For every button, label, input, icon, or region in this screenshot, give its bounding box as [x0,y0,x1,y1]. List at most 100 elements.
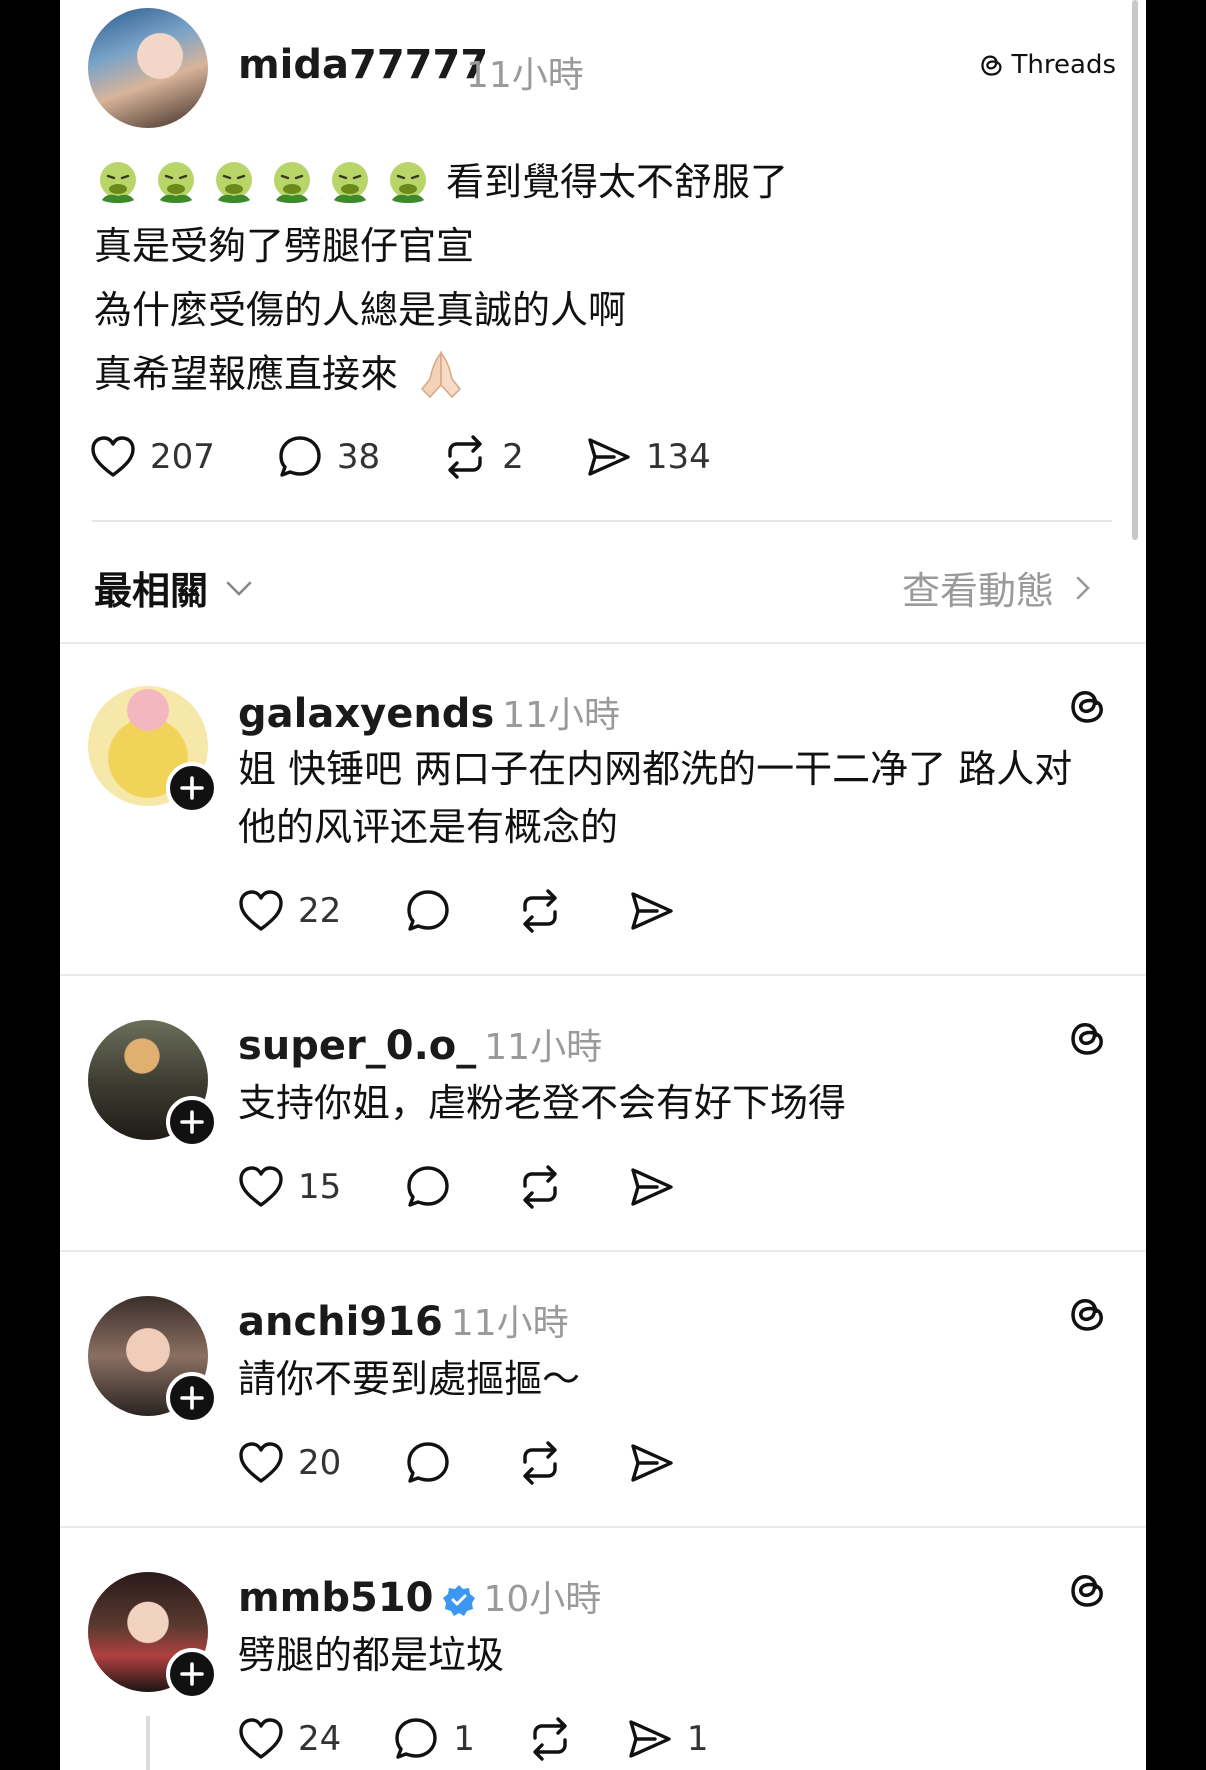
reply-username-row: super_0.o_ 11小時 [238,1018,602,1070]
like-button[interactable]: 207 [88,432,215,482]
share-button[interactable] [627,1438,677,1488]
share-count: 1 [686,1719,709,1759]
like-count: 22 [298,891,342,931]
plus-icon [179,1661,205,1687]
reply-item: super_0.o_ 11小時 支持你姐，虐粉老登不会有好下场得 15 [60,976,1146,1248]
nauseated-face-icon [152,158,200,206]
share-button[interactable] [627,1162,677,1212]
post-text-2: 真是受夠了劈腿仔官宣 [94,224,475,268]
chevron-down-icon [226,581,252,596]
threads-brand[interactable]: Threads [978,50,1116,80]
like-count: 207 [150,437,215,477]
nauseated-emoji-row [94,158,432,206]
reply-actions: 20 [236,1438,677,1488]
repost-button[interactable] [525,1714,575,1764]
reply-username[interactable]: super_0.o_ [238,1023,476,1069]
share-icon [584,432,634,482]
reply-time: 11小時 [450,1303,569,1344]
view-activity-link[interactable]: 查看動態 [902,560,1098,615]
nauseated-face-icon [268,158,316,206]
divider [92,520,1112,522]
avatar[interactable] [88,8,208,128]
threads-page: mida77777 11小時 Threads 看到覺得太不舒服了 真是受夠了劈腿… [60,0,1146,1770]
post-line-4: 真希望報應直接來 [94,342,1094,406]
like-button[interactable]: 20 [236,1438,341,1488]
comment-button[interactable] [403,1438,453,1488]
thread-connector [146,1716,150,1770]
repost-button[interactable] [515,886,565,936]
follow-button[interactable] [166,762,218,814]
plus-icon [179,775,205,801]
share-count: 134 [645,437,711,477]
repost-icon [440,432,490,482]
post-line-1: 看到覺得太不舒服了 [94,150,1094,214]
nauseated-face-icon [384,158,432,206]
threads-icon[interactable] [1066,1292,1110,1336]
like-button[interactable]: 15 [236,1162,341,1212]
plus-icon [179,1385,205,1411]
sort-dropdown[interactable]: 最相關 [94,560,256,615]
threads-icon[interactable] [1066,1568,1110,1612]
reply-item: anchi916 11小時 請你不要到處摳摳～ 20 [60,1252,1146,1524]
reply-username-row: mmb510 10小時 [238,1570,601,1622]
share-button[interactable]: 1 [625,1714,709,1764]
reply-item: galaxyends 11小時 姐 快锤吧 两口子在内网都洗的一干二净了 路人对他… [60,644,1146,974]
scrollbar-thumb[interactable] [1132,0,1138,540]
scrollbar[interactable] [1132,0,1138,540]
heart-icon [236,1714,286,1764]
comment-count: 1 [453,1719,475,1759]
reply-username-row: anchi916 11小時 [238,1294,569,1346]
follow-button[interactable] [166,1648,218,1700]
folded-hands-icon [421,350,462,399]
reply-text: 劈腿的都是垃圾 [238,1633,505,1677]
post-body: 看到覺得太不舒服了 真是受夠了劈腿仔官宣 為什麼受傷的人總是真誠的人啊 真希望報… [94,150,1094,406]
reply-text: 請你不要到處摳摳～ [238,1357,581,1401]
comment-icon [403,1162,453,1212]
activity-label: 查看動態 [901,569,1054,613]
like-count: 20 [298,1443,342,1483]
like-count: 15 [298,1167,342,1207]
post-username[interactable]: mida77777 [238,42,488,88]
plus-icon [179,1109,205,1135]
heart-icon [88,432,138,482]
repost-button[interactable]: 2 [440,432,524,482]
share-button[interactable]: 134 [584,432,711,482]
like-count: 24 [298,1719,342,1759]
comment-icon [403,1438,453,1488]
repost-button[interactable] [515,1162,565,1212]
chevron-right-icon [1076,576,1090,599]
repost-icon [515,1162,565,1212]
reply-time: 11小時 [484,1027,603,1068]
share-icon [625,1714,675,1764]
threads-icon[interactable] [1066,684,1110,728]
heart-icon [236,1438,286,1488]
comment-count: 38 [336,437,381,477]
comment-icon [275,432,325,482]
comment-button[interactable] [403,886,453,936]
reply-username-row: galaxyends 11小時 [238,686,620,738]
nauseated-face-icon [94,158,142,206]
threads-icon[interactable] [1066,1016,1110,1060]
follow-button[interactable] [166,1372,218,1424]
nauseated-face-icon [210,158,258,206]
comment-button[interactable]: 38 [275,432,380,482]
follow-button[interactable] [166,1096,218,1148]
reply-actions: 24 1 1 [236,1714,709,1764]
reply-username[interactable]: anchi916 [238,1299,443,1345]
share-button[interactable] [627,886,677,936]
reply-text: 支持你姐，虐粉老登不会有好下场得 [238,1081,847,1125]
comment-button[interactable]: 1 [391,1714,475,1764]
post-text-1: 看到覺得太不舒服了 [446,160,789,204]
reply-username[interactable]: mmb510 [238,1575,434,1621]
post-time: 11小時 [466,55,584,96]
sort-label: 最相關 [94,569,209,613]
repost-button[interactable] [515,1438,565,1488]
post-text-3: 為什麼受傷的人總是真誠的人啊 [94,288,627,332]
heart-icon [236,1162,286,1212]
like-button[interactable]: 22 [236,886,341,936]
reply-actions: 22 [236,886,677,936]
comment-button[interactable] [403,1162,453,1212]
like-button[interactable]: 24 [236,1714,341,1764]
reply-username[interactable]: galaxyends [238,691,494,737]
reply-time: 11小時 [502,695,621,736]
